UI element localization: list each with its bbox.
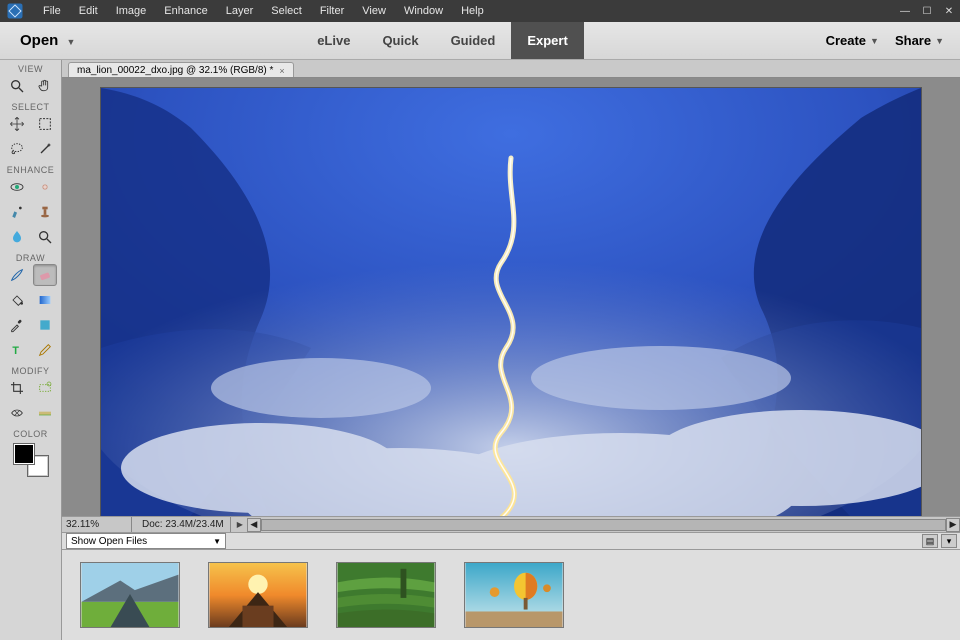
zoom-readout[interactable]: 32.11% [62, 517, 132, 532]
hand-tool[interactable] [33, 75, 57, 97]
open-files-bar: Show Open Files ▼ ▤ ▾ [62, 532, 960, 550]
move-tool[interactable] [5, 113, 29, 135]
create-button[interactable]: Create▼ [820, 27, 885, 54]
spot-heal-tool[interactable] [33, 176, 57, 198]
eraser-tool[interactable] [33, 264, 57, 286]
window-close-icon[interactable]: ✕ [938, 2, 960, 20]
canvas-image [101, 88, 921, 516]
tool-section-draw: DRAW [0, 251, 61, 264]
chevron-down-icon: ▼ [213, 537, 221, 546]
scroll-right-icon[interactable]: ▶ [946, 518, 960, 532]
menu-window[interactable]: Window [395, 0, 452, 22]
app-logo-icon [6, 2, 24, 20]
chevron-right-icon[interactable]: ▶ [235, 520, 243, 529]
type-tool[interactable]: T [5, 339, 29, 361]
workspace: ma_lion_00022_dxo.jpg @ 32.1% (RGB/8) * … [62, 60, 960, 640]
svg-text:T: T [12, 345, 19, 357]
tool-section-view: VIEW [0, 62, 61, 75]
document-tab[interactable]: ma_lion_00022_dxo.jpg @ 32.1% (RGB/8) * … [68, 62, 294, 77]
open-files-dropdown-label: Show Open Files [71, 536, 147, 547]
menu-filter[interactable]: Filter [311, 0, 353, 22]
panel-menu-icon[interactable]: ▾ [941, 534, 957, 548]
open-files-dropdown[interactable]: Show Open Files ▼ [66, 533, 226, 549]
tool-section-modify: MODIFY [0, 364, 61, 377]
thumb-4[interactable] [464, 562, 564, 628]
actionbar: Open ▼ eLive Quick Guided Expert Create▼… [0, 22, 960, 60]
paint-bucket-tool[interactable] [5, 289, 29, 311]
foreground-color-swatch[interactable] [14, 444, 34, 464]
tool-section-color: COLOR [0, 427, 61, 440]
mode-expert[interactable]: Expert [511, 22, 583, 59]
main-area: VIEW SELECT ENHANCE [0, 60, 960, 640]
content-aware-move-tool[interactable] [5, 402, 29, 424]
app-root: File Edit Image Enhance Layer Select Fil… [0, 0, 960, 640]
zoom-tool[interactable] [5, 75, 29, 97]
menubar: File Edit Image Enhance Layer Select Fil… [0, 0, 960, 22]
open-button-label: Open [20, 32, 58, 49]
thumb-3[interactable] [336, 562, 436, 628]
tool-section-select: SELECT [0, 100, 61, 113]
straighten-tool[interactable] [33, 402, 57, 424]
gradient-tool[interactable] [33, 289, 57, 311]
mode-quick[interactable]: Quick [366, 22, 434, 59]
tool-section-enhance: ENHANCE [0, 163, 61, 176]
panel-collapse-icon[interactable]: ▤ [922, 534, 938, 548]
canvas-viewport[interactable] [62, 78, 960, 516]
marquee-tool[interactable] [33, 113, 57, 135]
share-button[interactable]: Share▼ [889, 27, 950, 54]
menu-help[interactable]: Help [452, 0, 493, 22]
brush-tool[interactable] [5, 264, 29, 286]
window-maximize-icon[interactable]: ☐ [916, 2, 938, 20]
open-button[interactable]: Open ▼ [10, 26, 85, 55]
smart-brush-tool[interactable] [5, 201, 29, 223]
recompose-tool[interactable] [33, 377, 57, 399]
redeye-tool[interactable] [5, 176, 29, 198]
blur-tool[interactable] [5, 226, 29, 248]
chevron-down-icon: ▼ [67, 37, 76, 47]
tool-panel: VIEW SELECT ENHANCE [0, 60, 62, 640]
menu-view[interactable]: View [353, 0, 395, 22]
document-tab-bar: ma_lion_00022_dxo.jpg @ 32.1% (RGB/8) * … [62, 60, 960, 78]
chevron-down-icon: ▼ [935, 36, 944, 46]
open-files-thumbs [62, 550, 960, 640]
shape-tool[interactable] [33, 314, 57, 336]
crop-tool[interactable] [5, 377, 29, 399]
thumb-1[interactable] [80, 562, 180, 628]
horizontal-scrollbar[interactable]: ◀ ▶ [247, 518, 960, 532]
eyedropper-tool[interactable] [5, 314, 29, 336]
chevron-down-icon: ▼ [870, 36, 879, 46]
menu-file[interactable]: File [34, 0, 70, 22]
thumb-2[interactable] [208, 562, 308, 628]
menu-image[interactable]: Image [107, 0, 156, 22]
window-minimize-icon[interactable]: — [894, 2, 916, 20]
menu-enhance[interactable]: Enhance [155, 0, 216, 22]
lasso-tool[interactable] [5, 138, 29, 160]
magic-wand-tool[interactable] [33, 138, 57, 160]
color-swatch[interactable] [14, 444, 48, 476]
menu-select[interactable]: Select [262, 0, 311, 22]
mode-elive[interactable]: eLive [301, 22, 366, 59]
close-icon[interactable]: × [279, 66, 284, 76]
sponge-tool[interactable] [33, 226, 57, 248]
pencil-tool[interactable] [33, 339, 57, 361]
doc-size-readout: Doc: 23.4M/23.4M [136, 517, 231, 532]
clone-stamp-tool[interactable] [33, 201, 57, 223]
menu-layer[interactable]: Layer [217, 0, 263, 22]
menu-edit[interactable]: Edit [70, 0, 107, 22]
status-bar: 32.11% Doc: 23.4M/23.4M ▶ ◀ ▶ [62, 516, 960, 532]
mode-tabs: eLive Quick Guided Expert [301, 22, 584, 59]
scroll-left-icon[interactable]: ◀ [247, 518, 261, 532]
mode-guided[interactable]: Guided [435, 22, 512, 59]
document-tab-label: ma_lion_00022_dxo.jpg @ 32.1% (RGB/8) * [77, 65, 273, 76]
